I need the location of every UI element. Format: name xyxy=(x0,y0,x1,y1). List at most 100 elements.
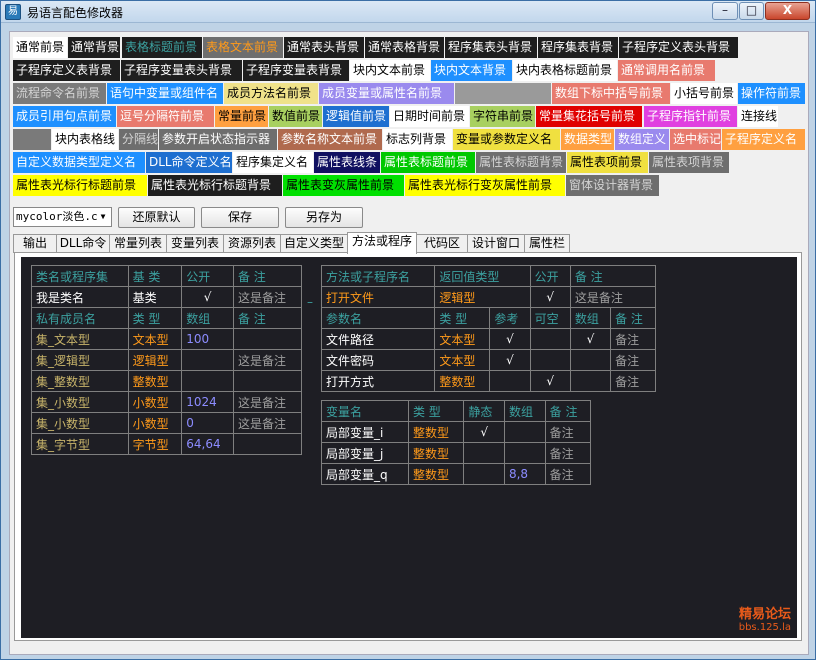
table-cell[interactable]: 集_整数型 xyxy=(31,370,129,392)
table-cell[interactable] xyxy=(181,370,234,392)
tab[interactable]: 自定义类型 xyxy=(280,234,348,253)
color-swatch[interactable]: 小括号前景 xyxy=(671,83,737,104)
color-swatch[interactable]: 数组定义 xyxy=(615,129,669,150)
color-swatch[interactable]: 成员引用句点前景 xyxy=(13,106,116,127)
table-cell[interactable]: 整数型 xyxy=(407,442,465,464)
color-swatch[interactable]: 块内文本背景 xyxy=(431,60,512,81)
table-cell[interactable]: 局部变量_i xyxy=(321,421,409,443)
color-swatch[interactable]: 自定义数据类型定义名 xyxy=(13,152,145,173)
color-swatch[interactable]: 属性表标题前景 xyxy=(381,152,475,173)
table-cell[interactable]: 备注 xyxy=(544,421,592,443)
color-swatch[interactable]: 子程序指针前景 xyxy=(644,106,737,127)
table-row[interactable]: 集_小数型 小数型 0 这是备注 xyxy=(31,412,303,434)
tab[interactable]: DLL命令 xyxy=(56,234,110,253)
color-swatch[interactable]: DLL命令定义名 xyxy=(146,152,232,173)
color-swatch[interactable]: 选中标记 xyxy=(670,129,721,150)
table-cell[interactable] xyxy=(569,349,612,371)
save-button[interactable]: 保存 xyxy=(201,207,279,228)
color-swatch[interactable]: 表格标题前景 xyxy=(122,37,202,58)
table-cell[interactable]: 整数型 xyxy=(434,370,491,392)
table-cell[interactable] xyxy=(489,370,531,392)
table-cell[interactable] xyxy=(529,328,571,350)
table-cell[interactable]: 64,64 xyxy=(181,433,234,455)
table-cell[interactable]: 备注 xyxy=(610,328,656,350)
color-swatch[interactable]: 程序集定义名 xyxy=(233,152,313,173)
table-row[interactable]: 文件密码 文本型 √ 备注 xyxy=(320,349,656,371)
public-check-cell[interactable]: √ xyxy=(529,286,571,308)
table-row[interactable]: 集_小数型 小数型 1024 这是备注 xyxy=(31,391,303,413)
table-cell[interactable]: 1024 xyxy=(181,391,234,413)
color-swatch[interactable]: 属性表变灰属性前景 xyxy=(283,175,404,196)
table-row[interactable]: 集_字节型 字节型 64,64 xyxy=(31,433,303,455)
table-row[interactable]: 局部变量_j 整数型 备注 xyxy=(321,442,592,464)
color-swatch[interactable]: 成员变量或属性名前景 xyxy=(319,83,454,104)
color-swatch[interactable]: 程序集表背景 xyxy=(538,37,618,58)
table-cell[interactable]: 整数型 xyxy=(407,421,465,443)
color-swatch[interactable]: 成员方法名前景 xyxy=(224,83,318,104)
table-cell[interactable]: 文本型 xyxy=(434,328,491,350)
color-swatch[interactable]: 通常背景 xyxy=(68,37,120,58)
table-cell[interactable]: 小数型 xyxy=(127,391,183,413)
color-swatch[interactable]: 程序集表头背景 xyxy=(445,37,537,58)
class-name-cell[interactable]: 我是类名 xyxy=(31,286,129,308)
table-cell[interactable]: 备注 xyxy=(610,370,656,392)
table-row[interactable]: 我是类名 基类 √ 这是备注 xyxy=(31,286,303,308)
table-cell[interactable]: 集_小数型 xyxy=(31,412,129,434)
table-cell[interactable] xyxy=(503,442,546,464)
table-row[interactable]: 文件路径 文本型 √ √ 备注 xyxy=(320,328,656,350)
table-cell[interactable]: 集_文本型 xyxy=(31,328,129,350)
tab[interactable]: 资源列表 xyxy=(223,234,281,253)
color-swatch[interactable]: 字符串前景 xyxy=(470,106,535,127)
color-swatch[interactable]: 逗号分隔符前景 xyxy=(117,106,214,127)
color-swatch[interactable]: 数值前景 xyxy=(269,106,322,127)
table-cell[interactable] xyxy=(232,328,303,350)
table-cell[interactable]: √ xyxy=(463,421,505,443)
table-cell[interactable]: 这是备注 xyxy=(232,349,303,371)
table-cell[interactable]: 打开方式 xyxy=(320,370,436,392)
color-swatch[interactable]: 通常表格背景 xyxy=(365,37,444,58)
color-swatch[interactable]: 分隔线 xyxy=(119,129,158,150)
table-cell[interactable]: 备注 xyxy=(610,349,656,371)
color-swatch[interactable]: 属性表标题背景 xyxy=(476,152,566,173)
table-cell[interactable]: 集_逻辑型 xyxy=(31,349,129,371)
table-row[interactable]: 打开文件 逻辑型 √ 这是备注 xyxy=(320,286,657,308)
color-swatch[interactable]: 常量集花括号前景 xyxy=(536,106,642,127)
table-cell[interactable]: 整数型 xyxy=(127,370,183,392)
table-cell[interactable]: 备注 xyxy=(544,463,592,485)
color-swatch[interactable]: 流程命令名前景 xyxy=(13,83,106,104)
title-bar[interactable]: 易 易语言配色修改器 – □ X xyxy=(1,1,815,23)
table-cell[interactable] xyxy=(569,370,612,392)
restore-default-button[interactable]: 还原默认 xyxy=(118,207,195,228)
table-cell[interactable]: √ xyxy=(569,328,612,350)
color-swatch[interactable]: 表格文本前景 xyxy=(203,37,283,58)
color-swatch[interactable]: 语句中变量或组件名 xyxy=(107,83,223,104)
table-cell[interactable] xyxy=(463,463,505,485)
color-swatch[interactable]: 逻辑值前景 xyxy=(323,106,389,127)
table-row[interactable]: 局部变量_i 整数型 √ 备注 xyxy=(321,421,592,443)
color-swatch[interactable]: 子程序变量表头背景 xyxy=(121,60,242,81)
table-cell[interactable] xyxy=(232,433,303,455)
color-swatch[interactable]: 子程序定义表背景 xyxy=(13,60,120,81)
color-swatch[interactable]: 连接线 xyxy=(738,106,778,127)
table-row[interactable]: 集_逻辑型 逻辑型 这是备注 xyxy=(31,349,303,371)
chevron-down-icon[interactable]: ▼ xyxy=(97,210,109,224)
minimize-button[interactable]: – xyxy=(712,2,738,20)
tab[interactable]: 代码区 xyxy=(416,234,468,253)
table-cell[interactable]: 集_小数型 xyxy=(31,391,129,413)
table-cell[interactable]: 集_字节型 xyxy=(31,433,129,455)
table-cell[interactable]: √ xyxy=(489,349,531,371)
table-cell[interactable]: 字节型 xyxy=(127,433,183,455)
color-swatch[interactable]: 通常调用名前景 xyxy=(618,60,715,81)
tab[interactable]: 输出 xyxy=(13,234,57,253)
table-cell[interactable]: 0 xyxy=(181,412,234,434)
table-cell[interactable]: √ xyxy=(489,328,531,350)
table-cell[interactable]: 这是备注 xyxy=(232,412,303,434)
color-swatch[interactable]: 子程序定义表头背景 xyxy=(619,37,738,58)
table-cell[interactable]: 文本型 xyxy=(127,328,183,350)
color-swatch[interactable]: 常量前景 xyxy=(215,106,268,127)
table-row[interactable]: 集_整数型 整数型 xyxy=(31,370,303,392)
table-cell[interactable]: 备注 xyxy=(544,442,592,464)
color-swatch[interactable]: 通常前景 xyxy=(13,37,67,58)
tab[interactable]: 常量列表 xyxy=(109,234,167,253)
table-cell[interactable]: 小数型 xyxy=(127,412,183,434)
